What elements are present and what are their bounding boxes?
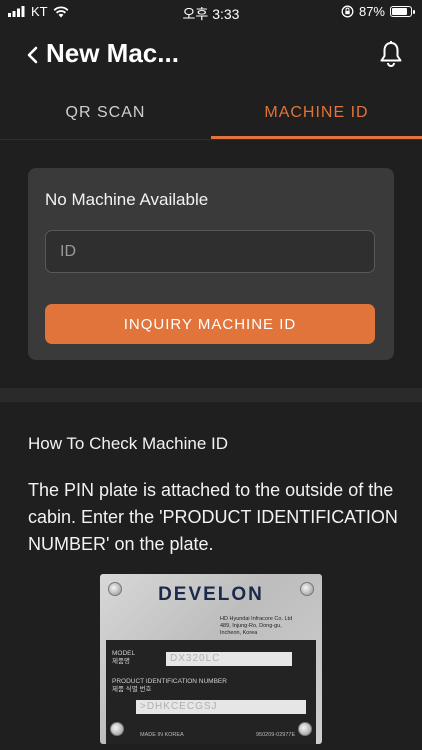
tab-bar: QR SCAN MACHINE ID — [0, 88, 422, 140]
page-title: New Mac... — [46, 38, 179, 68]
app-header: New Mac... — [0, 24, 422, 86]
tab-qr-scan[interactable]: QR SCAN — [0, 88, 211, 140]
plate-made-in: MADE IN KOREA — [140, 732, 184, 738]
chevron-left-icon[interactable] — [24, 42, 46, 68]
howto-description: The PIN plate is attached to the outside… — [28, 480, 398, 554]
tabs-divider — [0, 139, 422, 140]
plate-info-panel: MODEL 제품명 DX320LC PRODUCT IDENTIFICATION… — [106, 640, 316, 744]
plate-part-number: 950209-02977E — [256, 732, 296, 738]
plate-pin-label-en: PRODUCT IDENTIFICATION NUMBER — [112, 678, 227, 685]
howto-title: How To Check Machine ID — [28, 434, 228, 453]
no-machine-label: No Machine Available — [45, 190, 209, 209]
tab-machine-id[interactable]: MACHINE ID — [211, 88, 422, 140]
pin-plate-image: DEVELON HD Hyundai Infracore Co. Ltd 489… — [100, 574, 322, 744]
screw-icon — [298, 722, 312, 736]
bell-icon[interactable] — [378, 40, 404, 68]
plate-model-label: MODEL 제품명 — [112, 650, 135, 666]
battery-percent: 87% — [358, 4, 385, 19]
plate-company-line: Incheon, Korea — [220, 630, 258, 636]
machine-id-card: No Machine Available INQUIRY MACHINE ID — [28, 168, 394, 360]
plate-model-label-en: MODEL — [112, 650, 136, 657]
section-divider — [0, 388, 422, 402]
battery-icon — [390, 6, 415, 17]
screw-icon — [110, 722, 124, 736]
plate-pin-label-kr: 제품 식별 번호 — [112, 686, 152, 693]
battery-fill — [392, 8, 407, 15]
plate-pin-value: >DHKCECGSJ — [136, 700, 306, 714]
inquiry-machine-id-button[interactable]: INQUIRY MACHINE ID — [45, 304, 375, 344]
plate-company-line: 489, Injung-Ro, Dong-gu, — [220, 623, 282, 629]
plate-model-label-kr: 제품명 — [112, 658, 130, 665]
status-right: 87% — [341, 4, 415, 19]
plate-brand-logo: DEVELON — [158, 584, 264, 605]
plate-model-value: DX320LC — [166, 652, 292, 666]
orientation-lock-icon — [341, 5, 354, 18]
plate-company-address: HD Hyundai Infracore Co. Ltd 489, Injung… — [220, 616, 318, 637]
plate-pin-label: PRODUCT IDENTIFICATION NUMBER 제품 식별 번호 — [112, 678, 227, 694]
status-bar: KT 오후 3:33 87% — [0, 0, 422, 24]
machine-id-input[interactable] — [45, 230, 375, 273]
plate-company-line: HD Hyundai Infracore Co. Ltd — [220, 616, 293, 622]
